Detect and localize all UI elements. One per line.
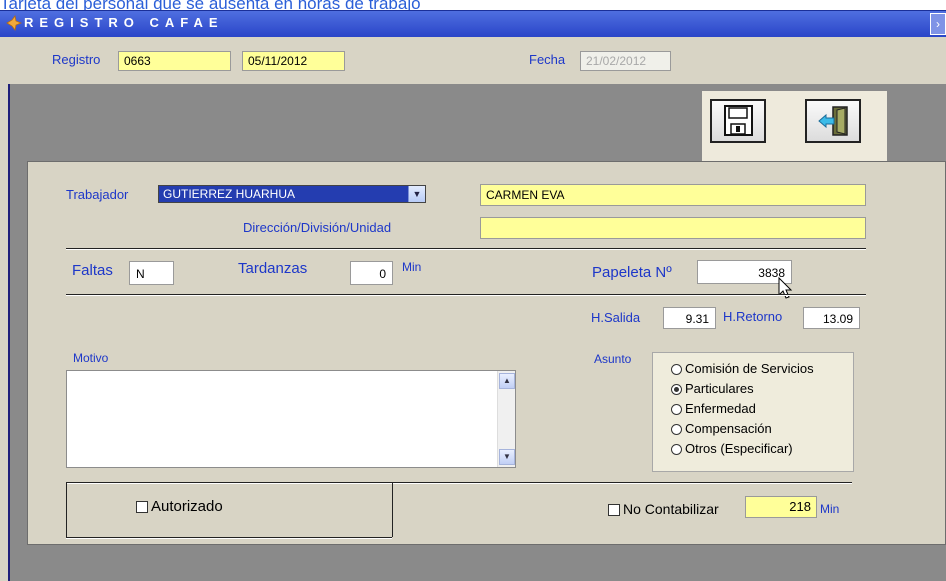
left-edge — [0, 84, 8, 581]
mouse-cursor-icon — [778, 277, 793, 299]
divider — [66, 248, 866, 250]
exit-door-icon — [818, 106, 848, 136]
divider — [66, 537, 392, 539]
scroll-down-icon[interactable]: ▼ — [499, 449, 515, 465]
trabajador-name-field[interactable]: CARMEN EVA — [480, 184, 866, 206]
autorizado-label: Autorizado — [151, 498, 223, 515]
radio-otros[interactable]: Otros (Especificar) — [671, 441, 793, 456]
autorizado-checkbox[interactable]: Autorizado — [136, 498, 223, 515]
radio-selected-icon[interactable] — [671, 384, 682, 395]
divider — [66, 294, 866, 296]
divider — [392, 482, 852, 484]
hretorno-label: H.Retorno — [723, 309, 783, 324]
trabajador-select-value: GUTIERREZ HUARHUA — [163, 187, 296, 201]
asunto-radio-group: Comisión de Servicios Particulares Enfer… — [652, 352, 854, 472]
motivo-textarea[interactable]: ▲ ▼ — [66, 370, 516, 468]
radio-circle-icon[interactable] — [671, 364, 682, 375]
divider — [392, 482, 393, 537]
window-title: REGISTRO CAFAE — [24, 15, 224, 30]
registro-date-field[interactable]: 05/11/2012 — [242, 51, 345, 71]
scroll-up-icon[interactable]: ▲ — [499, 373, 515, 389]
exit-button[interactable] — [805, 99, 861, 143]
papeleta-label: Papeleta Nº — [592, 264, 672, 281]
motivo-scrollbar[interactable]: ▲ ▼ — [497, 371, 515, 467]
divider — [66, 482, 422, 484]
direccion-label: Dirección/División/Unidad — [243, 220, 392, 235]
save-button[interactable] — [710, 99, 766, 143]
checkbox-icon[interactable] — [608, 504, 620, 516]
hsalida-label: H.Salida — [591, 310, 641, 325]
tardanzas-field[interactable]: 0 — [350, 261, 393, 285]
fecha-field: 21/02/2012 — [580, 51, 671, 71]
minutes-field[interactable]: 218 — [745, 496, 817, 518]
tardanzas-unit: Min — [402, 260, 422, 274]
chevron-down-icon[interactable]: ▼ — [408, 186, 425, 202]
radio-enfermedad[interactable]: Enfermedad — [671, 401, 756, 416]
fecha-label: Fecha — [529, 52, 566, 67]
form-panel: Trabajador GUTIERREZ HUARHUA ▼ CARMEN EV… — [27, 161, 946, 545]
radio-circle-icon[interactable] — [671, 444, 682, 455]
window-close-icon[interactable]: › — [930, 13, 946, 35]
checkbox-icon[interactable] — [136, 501, 148, 513]
trabajador-select[interactable]: GUTIERREZ HUARHUA ▼ — [158, 185, 426, 203]
faltas-field[interactable]: N — [129, 261, 174, 285]
direccion-field[interactable] — [480, 217, 866, 239]
radio-particulares[interactable]: Particulares — [671, 381, 754, 396]
app-logo-icon — [6, 15, 22, 31]
no-contabilizar-label: No Contabilizar — [623, 501, 719, 517]
radio-comision-servicios[interactable]: Comisión de Servicios — [671, 361, 814, 376]
asunto-label: Asunto — [594, 352, 632, 366]
window-title-bar[interactable]: REGISTRO CAFAE › — [0, 10, 946, 37]
floppy-disk-icon — [724, 105, 753, 136]
tardanzas-label: Tardanzas — [238, 260, 308, 277]
hretorno-field[interactable]: 13.09 — [803, 307, 860, 329]
trabajador-label: Trabajador — [66, 187, 129, 202]
radio-circle-icon[interactable] — [671, 404, 682, 415]
no-contabilizar-checkbox[interactable]: No Contabilizar — [608, 501, 719, 517]
radio-circle-icon[interactable] — [671, 424, 682, 435]
motivo-label: Motivo — [73, 351, 109, 365]
hsalida-field[interactable]: 9.31 — [663, 307, 716, 329]
header-bar: Registro 0663 05/11/2012 Fecha 21/02/201… — [0, 37, 946, 85]
faltas-label: Faltas — [72, 262, 113, 279]
radio-compensacion[interactable]: Compensación — [671, 421, 772, 436]
toolbar — [702, 91, 887, 161]
minutes-unit: Min — [820, 502, 840, 516]
divider — [66, 482, 67, 537]
registro-label: Registro — [52, 52, 101, 67]
registro-number-field[interactable]: 0663 — [118, 51, 231, 71]
